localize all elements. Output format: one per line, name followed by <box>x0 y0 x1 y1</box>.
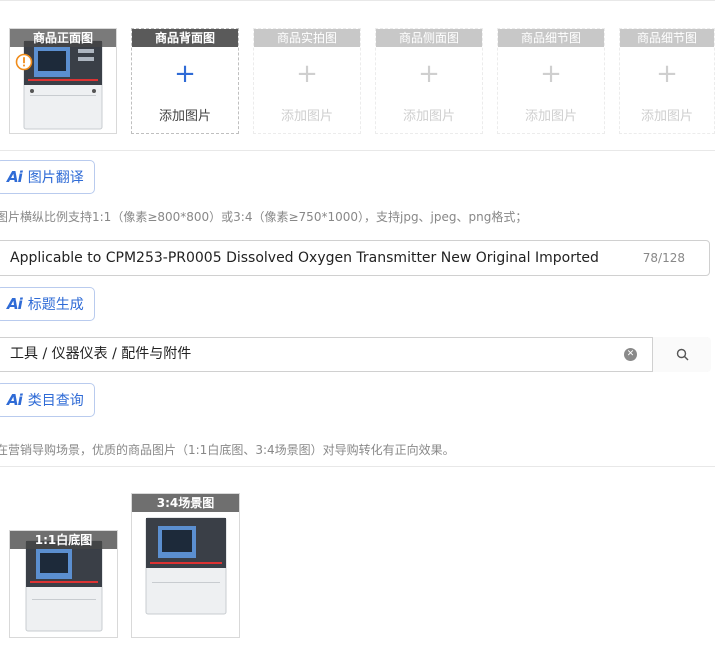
category-path: 工具 / 仪器仪表 / 配件与附件 <box>10 346 192 362</box>
product-title-value: Applicable to CPM253-PR0005 Dissolved Ox… <box>10 250 599 266</box>
image-slot-front[interactable]: 商品正面图 <box>9 28 117 134</box>
marketing-slot-label: 1:1白底图 <box>10 531 117 549</box>
ai-button-label: 标题生成 <box>27 297 84 313</box>
plus-icon: + <box>174 59 196 89</box>
marketing-slot-label: 3:4场景图 <box>132 494 239 512</box>
clear-icon[interactable]: ✕ <box>624 348 637 361</box>
image-format-hint: 图片横纵比例支持1:1（像素≥800*800）或3:4（像素≥750*1000）… <box>0 210 528 224</box>
ai-icon: Ai <box>7 391 23 409</box>
ai-button-label: 类目查询 <box>27 393 84 409</box>
ai-category-query-button[interactable]: Ai 类目查询 <box>0 383 95 417</box>
search-icon <box>676 348 689 361</box>
add-image-text: 添加图片 <box>280 109 333 124</box>
ai-icon: Ai <box>7 295 23 313</box>
section-divider <box>0 466 715 467</box>
plus-icon: + <box>418 59 440 89</box>
top-divider <box>0 0 715 1</box>
ai-button-label: 图片翻译 <box>27 170 84 186</box>
image-slot-label: 商品实拍图 <box>254 29 360 47</box>
char-counter: 78/128 <box>642 251 685 265</box>
plus-icon: + <box>296 59 318 89</box>
add-image-text: 添加图片 <box>402 109 455 124</box>
marketing-slot-white-bg[interactable]: 1:1白底图 <box>9 530 118 638</box>
image-slot-side: 商品侧面图 + 添加图片 <box>375 28 483 134</box>
image-slot-label: 商品细节图 <box>498 29 604 47</box>
section-divider <box>0 150 715 151</box>
search-button[interactable] <box>652 337 711 372</box>
marketing-image-hint: 在营销导购场景，优质的商品图片（1:1白底图、3:4场景图）对导购转化有正向效果… <box>0 443 455 457</box>
plus-icon: + <box>656 59 678 89</box>
category-search-input[interactable]: 工具 / 仪器仪表 / 配件与附件 ✕ <box>0 337 711 372</box>
ai-title-generate-button[interactable]: Ai 标题生成 <box>0 287 95 321</box>
product-title-input[interactable]: Applicable to CPM253-PR0005 Dissolved Ox… <box>0 240 710 276</box>
image-slot-back[interactable]: 商品背面图 + 添加图片 <box>131 28 239 134</box>
image-slot-label: 商品细节图 <box>620 29 714 47</box>
add-image-text: 添加图片 <box>640 109 693 124</box>
warning-icon[interactable] <box>15 53 33 71</box>
ai-image-translate-button[interactable]: Ai 图片翻译 <box>0 160 95 194</box>
product-image <box>25 540 103 632</box>
marketing-slot-scene[interactable]: 3:4场景图 <box>131 493 240 638</box>
image-slot-label: 商品侧面图 <box>376 29 482 47</box>
product-image <box>23 40 103 130</box>
image-slot-label: 商品正面图 <box>10 29 116 47</box>
add-image-text: 添加图片 <box>524 109 577 124</box>
image-slot-detail-2: 商品细节图 + 添加图片 <box>619 28 715 134</box>
plus-icon: + <box>540 59 562 89</box>
ai-icon: Ai <box>7 168 23 186</box>
image-slot-real-shot: 商品实拍图 + 添加图片 <box>253 28 361 134</box>
add-image-text: 添加图片 <box>158 109 211 124</box>
image-slot-detail-1: 商品细节图 + 添加图片 <box>497 28 605 134</box>
product-image <box>145 517 227 615</box>
image-slot-label: 商品背面图 <box>132 29 238 47</box>
